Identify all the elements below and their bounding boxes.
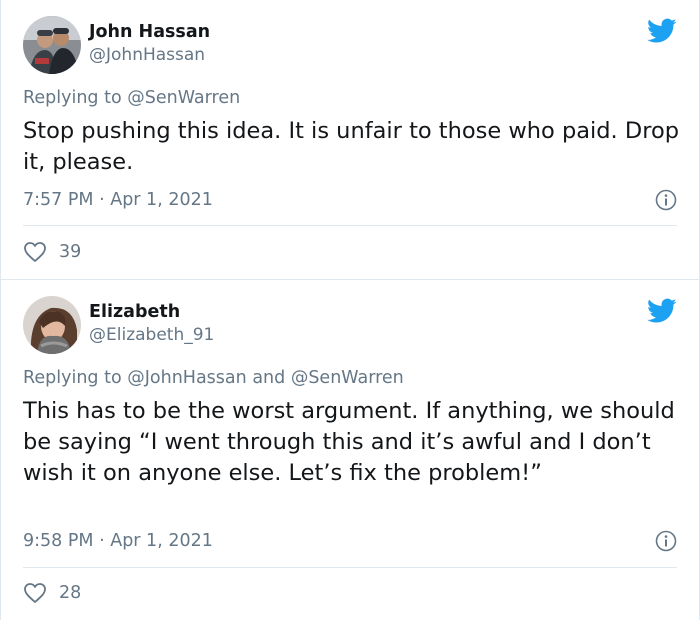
replying-prefix: Replying to	[23, 368, 122, 388]
mention-link[interactable]: @JohnHassan	[127, 368, 246, 388]
author-name[interactable]: Elizabeth	[89, 302, 180, 322]
tweet-date: Apr 1, 2021	[110, 531, 213, 551]
avatar[interactable]	[23, 16, 81, 74]
twitter-bird-icon[interactable]	[647, 18, 677, 44]
tweet-time: 7:57 PM	[23, 190, 94, 210]
twitter-bird-icon[interactable]	[647, 298, 677, 324]
author-handle[interactable]: @JohnHassan	[89, 45, 205, 65]
replying-joiner: and	[252, 368, 286, 388]
avatar[interactable]	[23, 296, 81, 354]
tweet-text: This has to be the worst argument. If an…	[23, 398, 675, 486]
replying-to-line: Replying to @JohnHassan and @SenWarren	[23, 368, 404, 388]
divider	[23, 567, 677, 568]
info-icon[interactable]	[655, 189, 677, 211]
mention-link[interactable]: @SenWarren	[291, 368, 404, 388]
like-count: 28	[59, 583, 82, 603]
like-action[interactable]: 28	[23, 582, 81, 604]
author-handle[interactable]: @Elizabeth_91	[89, 325, 214, 345]
date-separator: ·	[93, 531, 111, 551]
tweet-time: 9:58 PM	[23, 531, 94, 551]
like-action[interactable]: 39	[23, 241, 81, 263]
heart-icon[interactable]	[23, 582, 47, 604]
tweet-date: Apr 1, 2021	[110, 190, 213, 210]
tweet-card: John Hassan @JohnHassan Replying to @Sen…	[0, 0, 700, 280]
tweet-timestamp[interactable]: 9:58 PM · Apr 1, 2021	[23, 531, 213, 551]
tweet-card: Elizabeth @Elizabeth_91 Replying to @Joh…	[0, 279, 700, 620]
tweet-timestamp[interactable]: 7:57 PM · Apr 1, 2021	[23, 190, 213, 210]
author-name[interactable]: John Hassan	[89, 22, 210, 42]
info-icon[interactable]	[655, 530, 677, 552]
tweet-text: Stop pushing this idea. It is unfair to …	[23, 118, 679, 175]
heart-icon[interactable]	[23, 241, 47, 263]
like-count: 39	[59, 242, 82, 262]
divider	[23, 225, 677, 226]
mention-link[interactable]: @SenWarren	[127, 88, 240, 108]
replying-to-line: Replying to @SenWarren	[23, 88, 240, 108]
replying-prefix: Replying to	[23, 88, 122, 108]
date-separator: ·	[93, 190, 111, 210]
